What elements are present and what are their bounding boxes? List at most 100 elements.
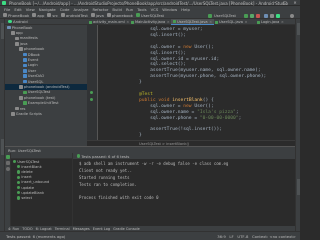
code-line: sql.owner = new User(); xyxy=(139,103,214,109)
menu-item-tools[interactable]: Tools xyxy=(137,7,146,12)
class-icon xyxy=(23,52,27,57)
menu-item-file[interactable]: File xyxy=(4,7,10,12)
code-line: sql.owner.phone = "0-00-00-0000"; xyxy=(139,115,242,121)
gradle-tool-button[interactable] xyxy=(297,23,300,35)
check-icon xyxy=(77,154,81,158)
class-icon xyxy=(23,74,27,78)
run-console[interactable]: Tests passed: 6 of 6 tests $ adb shell a… xyxy=(73,153,295,232)
close-tab-icon[interactable]: × xyxy=(281,20,284,24)
project-tree: PhoneBook app manifests java phonebook DBook E… xyxy=(5,25,87,117)
file-icon xyxy=(215,20,218,24)
project-tool-button[interactable] xyxy=(1,23,4,39)
class-icon xyxy=(23,69,27,73)
run-config-select[interactable]: UserSQLTest xyxy=(214,14,236,18)
tool-window-button[interactable]: Messages xyxy=(73,227,90,231)
menu-item-edit[interactable]: Edit xyxy=(14,7,21,12)
breadcrumb-item[interactable]: app xyxy=(32,13,44,18)
menu-item-navigate[interactable]: Navigate xyxy=(39,7,56,12)
tool-window-button[interactable]: Terminal xyxy=(55,227,70,231)
menu-item-window[interactable]: Window xyxy=(162,7,177,12)
test-results-tree: UserSQLTest insertBlank delete insert insert… xyxy=(11,153,73,232)
navigation-bar: PhoneBook app src androidTest java phonebook U… xyxy=(0,12,300,19)
editor-tab[interactable]: MainActivity.java × xyxy=(129,19,172,25)
folder-icon xyxy=(11,31,15,35)
run-test-gutter-icon[interactable] xyxy=(90,98,93,101)
line-gutter xyxy=(87,25,98,146)
search-icon[interactable] xyxy=(290,13,294,18)
tool-window-button[interactable]: Gradle Console xyxy=(113,227,140,231)
tool-window-button[interactable]: Event Log xyxy=(93,227,110,231)
tool-window-button[interactable]: 4: Run xyxy=(8,227,19,231)
breadcrumb-item[interactable]: androidTest xyxy=(60,13,88,18)
code-line: assertTrue(myuser.name, sql.owner.name); xyxy=(139,68,261,74)
tool-window-button[interactable]: 6: Logcat xyxy=(36,227,52,231)
android-icon xyxy=(8,19,12,24)
close-tab-icon[interactable]: × xyxy=(244,20,247,24)
code-editor[interactable]: activity_main.xml × MainActivity.java × User… xyxy=(87,19,300,146)
menu-item-refactor[interactable]: Refactor xyxy=(92,7,108,12)
close-tab-icon[interactable]: × xyxy=(209,20,212,24)
passed-icon xyxy=(17,196,21,200)
close-tab-icon[interactable]: × xyxy=(167,20,170,24)
folder-icon xyxy=(3,13,7,17)
passed-icon xyxy=(17,191,21,195)
breadcrumb-item[interactable]: phonebook xyxy=(106,13,133,18)
folder-icon xyxy=(90,13,95,17)
file-icon xyxy=(131,20,134,24)
run-icon[interactable] xyxy=(244,13,248,18)
breadcrumb-item[interactable]: PhoneBook xyxy=(3,13,29,18)
code-line: assertTrue(!sql.insert()); xyxy=(139,127,222,133)
passed-icon xyxy=(17,175,21,179)
editor-tab[interactable]: UserSQLTest.java × xyxy=(171,19,215,25)
tree-item[interactable]: Gradle Scripts xyxy=(5,111,87,116)
passed-icon xyxy=(17,185,21,190)
code-line: sql.insert(); xyxy=(139,50,187,56)
settings-icon[interactable] xyxy=(6,167,10,171)
file-icon xyxy=(173,20,176,23)
menu-item-run[interactable]: Run xyxy=(126,7,133,12)
console-line: Process finished with exit code 0 xyxy=(79,195,159,200)
breadcrumb-item[interactable]: UserSQLTest xyxy=(135,13,164,18)
folder-icon xyxy=(106,13,111,17)
folder-icon xyxy=(19,85,23,89)
code-line: sql.owner.name = "Isla's pizza"; xyxy=(139,109,239,115)
device-file-explorer-button[interactable] xyxy=(297,179,300,195)
menu-item-view[interactable]: View xyxy=(26,7,35,12)
tool-window-button[interactable]: TODO xyxy=(22,227,32,231)
folder-icon xyxy=(135,13,140,17)
file-icon xyxy=(89,20,92,24)
folder-icon xyxy=(19,95,23,100)
passed-icon xyxy=(17,170,21,174)
test-result-item[interactable]: select xyxy=(11,195,72,200)
console-line: $ adb shell am instrument -w -r -e debug… xyxy=(79,161,229,166)
cursor-position[interactable]: 36:9 LF UTF-8 Context: <no context> xyxy=(217,234,296,239)
build-icon[interactable] xyxy=(208,13,212,18)
class-icon xyxy=(23,101,27,105)
file-icon xyxy=(257,20,260,24)
window-title: PhoneBook [~/.../Android/app] - .../Andr… xyxy=(9,0,288,6)
stop-icon[interactable] xyxy=(6,161,10,165)
structure-tool-button[interactable] xyxy=(1,139,4,155)
menu-item-build[interactable]: Build xyxy=(112,7,122,12)
passed-icon xyxy=(13,160,17,164)
code-line: sql.insert(); xyxy=(139,32,187,38)
code-line: } xyxy=(139,80,142,86)
menu-item-analyze[interactable]: Analyze xyxy=(74,7,89,12)
editor-tab[interactable]: Login.java × xyxy=(255,19,286,25)
sdk-manager-icon[interactable] xyxy=(276,13,280,18)
menu-item-code[interactable]: Code xyxy=(60,7,70,12)
editor-tab[interactable]: UserSQL.java × xyxy=(213,19,250,25)
breadcrumb-item[interactable]: src xyxy=(47,13,58,18)
debug-icon[interactable] xyxy=(250,13,254,18)
menu-item-help[interactable]: Help xyxy=(181,7,190,12)
menu-item-vcs[interactable]: VCS xyxy=(151,7,159,12)
breadcrumb-item[interactable]: java xyxy=(90,13,104,18)
avd-manager-icon[interactable] xyxy=(270,13,274,18)
stop-icon[interactable] xyxy=(256,13,260,18)
code-line: assertTrue(myuser.phone, sql.owner.phone… xyxy=(139,74,267,80)
sync-icon[interactable] xyxy=(264,13,268,18)
run-test-gutter-icon[interactable] xyxy=(90,91,93,94)
folder-icon xyxy=(15,36,19,41)
class-icon xyxy=(23,58,27,62)
rerun-icon[interactable] xyxy=(6,155,10,159)
